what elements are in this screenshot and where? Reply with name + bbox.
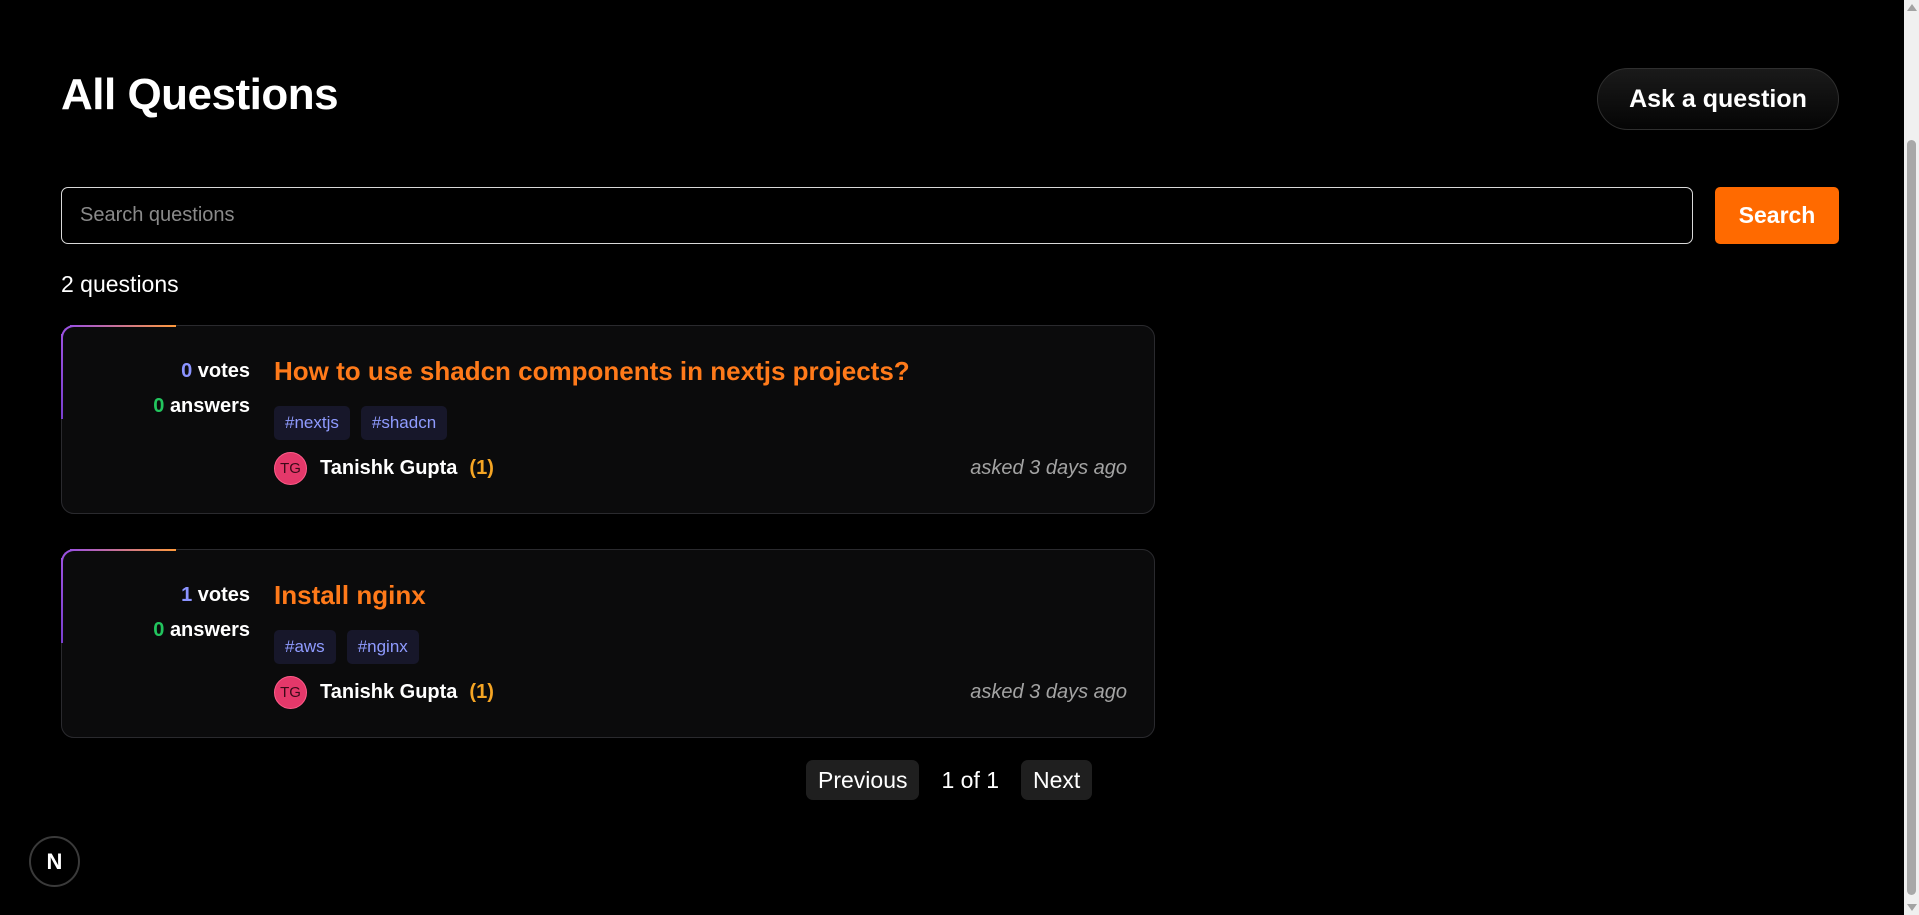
question-stats: 1 votes 0 answers xyxy=(153,578,250,648)
question-stats: 0 votes 0 answers xyxy=(153,354,250,424)
next-page-button[interactable]: Next xyxy=(1021,760,1093,800)
author-info: TG Tanishk Gupta (1) xyxy=(274,452,494,485)
previous-page-button[interactable]: Previous xyxy=(806,760,920,800)
card-accent-left xyxy=(61,334,63,419)
nextjs-logo-icon[interactable]: N xyxy=(29,836,80,887)
tag-list: #nextjs #shadcn xyxy=(274,406,448,440)
search-button[interactable]: Search xyxy=(1715,187,1839,244)
author-reputation: (1) xyxy=(469,457,494,479)
asked-time: asked 3 days ago xyxy=(970,681,1127,703)
author-info: TG Tanishk Gupta (1) xyxy=(274,676,494,709)
author-reputation: (1) xyxy=(469,681,494,703)
questions-page: All Questions Ask a question Search 2 qu… xyxy=(0,0,1919,915)
card-accent-top xyxy=(70,549,176,551)
asked-time: asked 3 days ago xyxy=(970,457,1127,479)
scrollbar-thumb[interactable] xyxy=(1907,140,1916,895)
page-title: All Questions xyxy=(61,70,339,119)
avatar[interactable]: TG xyxy=(274,676,307,709)
card-accent xyxy=(61,549,75,563)
vote-count: 0 votes xyxy=(181,360,250,382)
avatar[interactable]: TG xyxy=(274,452,307,485)
tag-nginx[interactable]: #nginx xyxy=(346,630,419,664)
author-name[interactable]: Tanishk Gupta xyxy=(320,681,457,704)
answer-count: 0 answers xyxy=(153,395,250,417)
tag-nextjs[interactable]: #nextjs xyxy=(274,406,350,440)
tag-aws[interactable]: #aws xyxy=(274,630,336,664)
question-card[interactable]: 1 votes 0 answers Install nginx #aws #ng… xyxy=(61,549,1155,738)
tag-shadcn[interactable]: #shadcn xyxy=(360,406,448,440)
card-accent-left xyxy=(61,558,63,643)
card-accent-top xyxy=(70,325,176,327)
search-input[interactable] xyxy=(61,187,1693,244)
author-name[interactable]: Tanishk Gupta xyxy=(320,457,457,480)
tag-list: #aws #nginx xyxy=(274,630,419,664)
page-indicator: 1 of 1 xyxy=(941,766,1000,793)
pagination: Previous 1 of 1 Next xyxy=(806,760,1093,800)
vote-count: 1 votes xyxy=(181,584,250,606)
question-title-link[interactable]: How to use shadcn components in nextjs p… xyxy=(274,356,910,387)
question-title-link[interactable]: Install nginx xyxy=(274,580,426,611)
vertical-scrollbar[interactable] xyxy=(1904,0,1919,915)
card-accent xyxy=(61,325,75,339)
ask-question-button[interactable]: Ask a question xyxy=(1597,68,1839,130)
question-count: 2 questions xyxy=(61,271,179,297)
question-card[interactable]: 0 votes 0 answers How to use shadcn comp… xyxy=(61,325,1155,514)
scroll-down-icon[interactable] xyxy=(1907,904,1917,911)
scroll-up-icon[interactable] xyxy=(1907,4,1917,11)
answer-count: 0 answers xyxy=(153,619,250,641)
